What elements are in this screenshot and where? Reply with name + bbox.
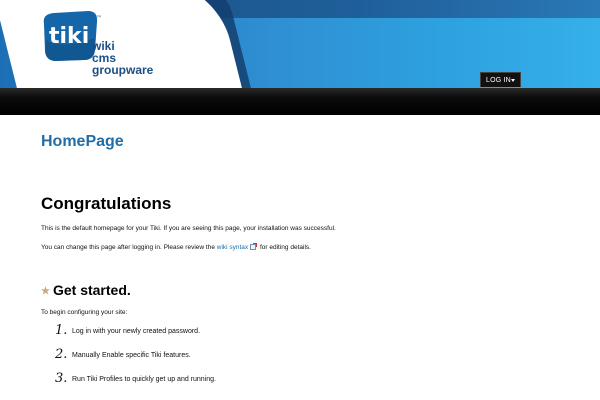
tiki-logo-word: tiki bbox=[49, 24, 89, 49]
get-started-heading: ★ Get started. bbox=[41, 282, 131, 298]
step-number: 3. bbox=[55, 371, 68, 386]
change-text-before: You can change this page after logging i… bbox=[41, 244, 217, 251]
change-page-paragraph: You can change this page after logging i… bbox=[41, 243, 311, 251]
step-text: Log in with your newly created password. bbox=[72, 328, 201, 335]
tagline-groupware: groupware bbox=[92, 63, 154, 77]
step-number: 1. bbox=[55, 323, 68, 338]
star-icon: ★ bbox=[41, 286, 50, 297]
congratulations-heading: Congratulations bbox=[41, 194, 172, 213]
site-header: tiki ™ wiki cms groupware LOG IN bbox=[0, 0, 600, 88]
get-started-label: Get started. bbox=[52, 282, 131, 298]
caret-down-icon bbox=[511, 79, 515, 82]
tiki-logo-tm: ™ bbox=[96, 15, 102, 22]
step-number: 2. bbox=[55, 347, 68, 362]
change-text-after: for editing details. bbox=[258, 244, 311, 251]
top-navbar bbox=[0, 88, 600, 115]
wiki-syntax-link[interactable]: wiki syntax bbox=[217, 244, 248, 251]
login-label: LOG IN bbox=[486, 77, 511, 84]
external-link-icon[interactable] bbox=[250, 243, 258, 250]
login-dropdown-button[interactable]: LOG IN bbox=[480, 72, 521, 87]
step-text: Manually Enable specific Tiki features. bbox=[72, 352, 191, 359]
page-title: HomePage bbox=[41, 133, 124, 150]
tiki-logo[interactable]: tiki ™ wiki cms groupware bbox=[40, 10, 175, 80]
intro-paragraph: This is the default homepage for your Ti… bbox=[41, 225, 336, 232]
step-text: Run Tiki Profiles to quickly get up and … bbox=[72, 376, 216, 383]
begin-configuring-text: To begin configuring your site: bbox=[41, 309, 128, 316]
